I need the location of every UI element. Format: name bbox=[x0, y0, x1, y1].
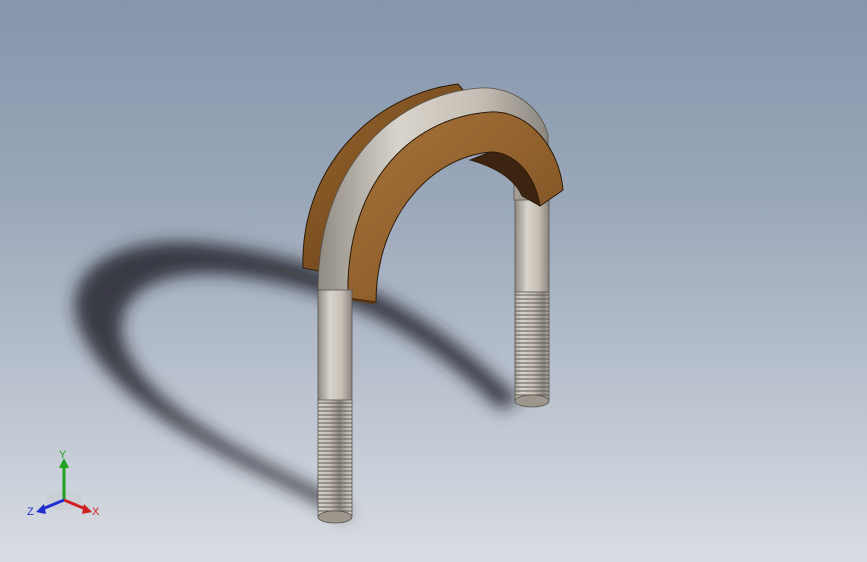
left-leg[interactable] bbox=[317, 289, 353, 524]
z-axis-label: Z bbox=[27, 506, 34, 518]
x-axis-label: X bbox=[92, 506, 100, 518]
floor-shadow bbox=[74, 241, 521, 520]
axis-triad[interactable]: Y X Z bbox=[22, 448, 106, 524]
graphics-viewport[interactable]: Y X Z bbox=[0, 0, 867, 562]
x-axis-arrow bbox=[82, 504, 92, 514]
u-bolt-model[interactable] bbox=[0, 0, 867, 562]
right-leg[interactable] bbox=[514, 189, 550, 408]
y-axis-label: Y bbox=[59, 449, 67, 461]
z-axis-arrow bbox=[36, 504, 46, 514]
